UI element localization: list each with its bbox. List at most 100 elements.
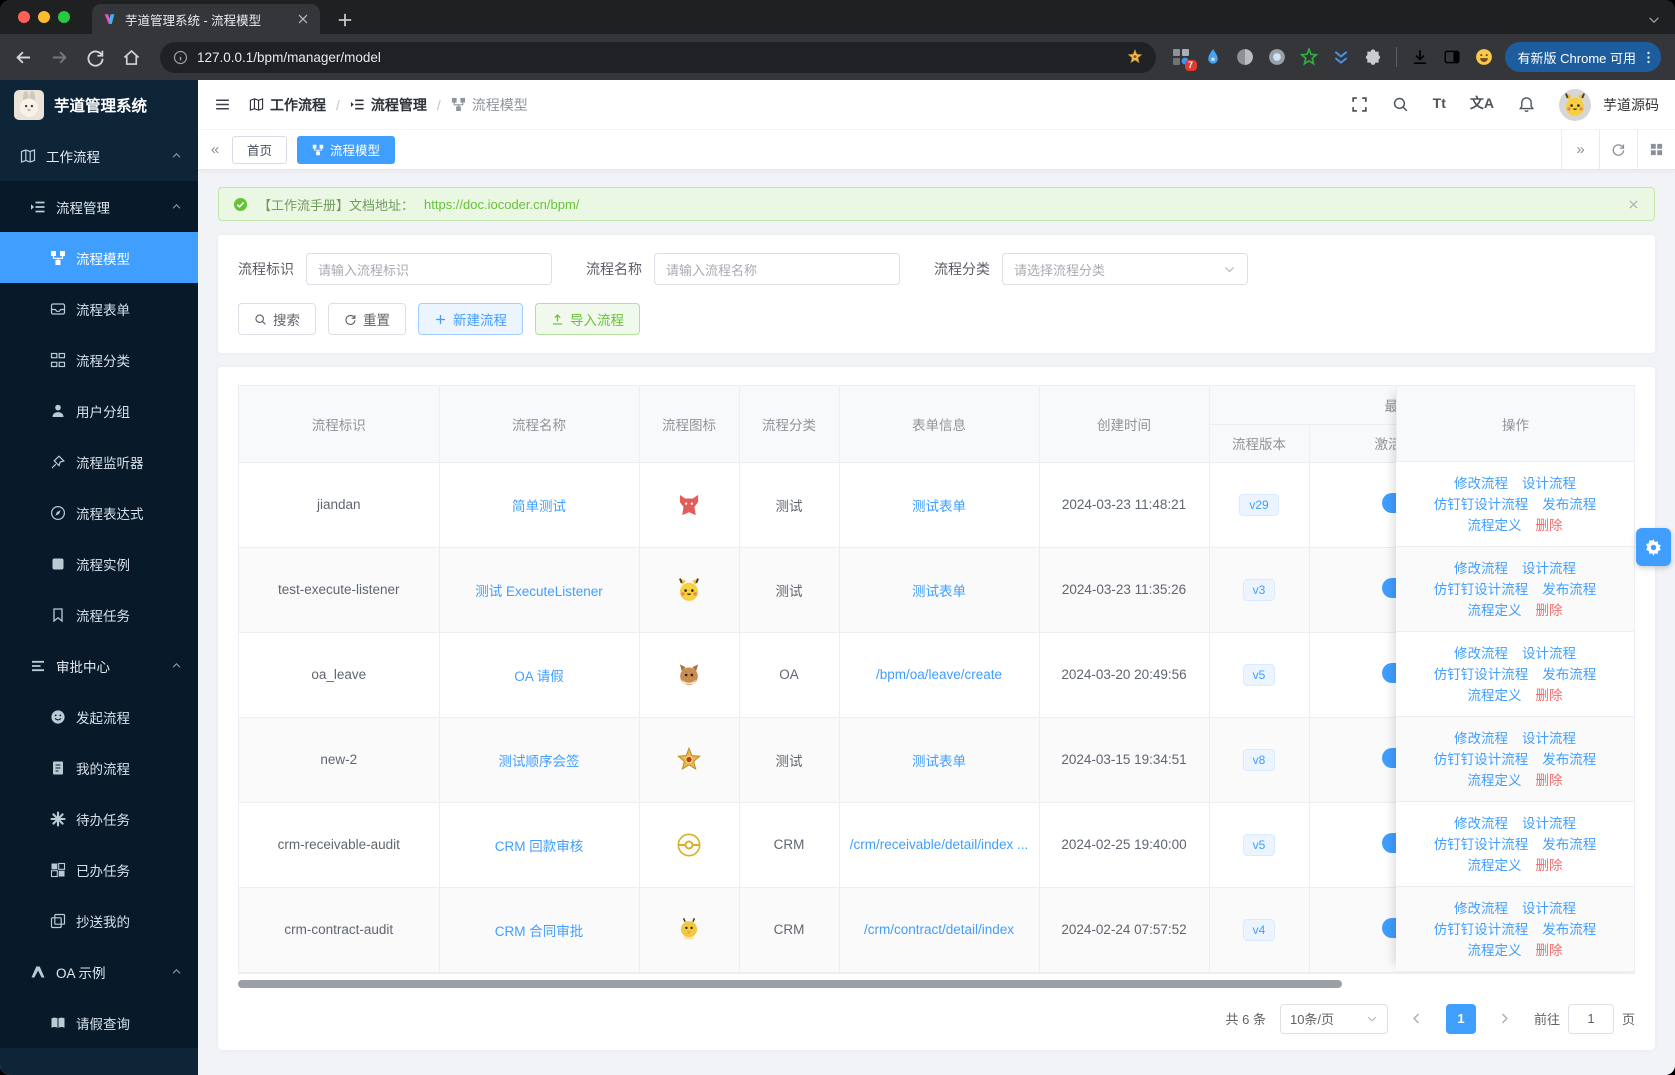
sidebar-item-form[interactable]: 流程表单	[0, 283, 198, 334]
form-info-link[interactable]: /crm/receivable/detail/index ...	[850, 837, 1029, 852]
sidebar-item-category[interactable]: 流程分类	[0, 334, 198, 385]
extension-chevrons-icon[interactable]	[1332, 48, 1350, 66]
sidebar-item-book[interactable]: 请假查询	[0, 997, 198, 1048]
sidebar-item-map[interactable]: 工作流程	[0, 130, 198, 181]
modify-process-link[interactable]: 修改流程	[1454, 643, 1508, 664]
site-info-icon[interactable]	[173, 50, 188, 65]
design-process-link[interactable]: 设计流程	[1522, 728, 1576, 749]
url-text[interactable]: 127.0.0.1/bpm/manager/model	[197, 50, 1118, 65]
extension-drop-icon[interactable]	[1204, 48, 1222, 66]
version-tag[interactable]: v29	[1239, 493, 1279, 516]
sidebar-item-instance[interactable]: 流程实例	[0, 538, 198, 589]
delete-link[interactable]: 删除	[1536, 515, 1563, 536]
process-name-link[interactable]: CRM 合同审批	[495, 924, 584, 939]
close-tab-icon[interactable]	[296, 12, 310, 26]
sidebar-item-bookmark[interactable]: 流程任务	[0, 589, 198, 640]
reload-button[interactable]	[86, 48, 105, 67]
bookmark-star-icon[interactable]	[1127, 49, 1143, 65]
design-process-link[interactable]: 设计流程	[1522, 643, 1576, 664]
process-category-select[interactable]: 请选择流程分类	[1002, 253, 1248, 285]
home-button[interactable]	[122, 48, 141, 67]
delete-link[interactable]: 删除	[1536, 600, 1563, 621]
sidebar-item-smile[interactable]: 发起流程	[0, 691, 198, 742]
dingtalk-design-link[interactable]: 仿钉钉设计流程	[1434, 494, 1529, 515]
next-page-button[interactable]	[1490, 1004, 1520, 1034]
sidebar-item-doc[interactable]: 我的流程	[0, 742, 198, 793]
theme-settings-button[interactable]	[1636, 528, 1671, 566]
process-key-input[interactable]: 请输入流程标识	[306, 253, 552, 285]
collapse-menu-icon[interactable]	[214, 96, 231, 113]
dingtalk-design-link[interactable]: 仿钉钉设计流程	[1434, 749, 1529, 770]
layout-grid-icon[interactable]	[1637, 130, 1675, 169]
fullscreen-icon[interactable]	[1351, 96, 1368, 113]
close-window-button[interactable]	[18, 11, 30, 23]
extensions-puzzle-icon[interactable]	[1364, 48, 1382, 66]
publish-process-link[interactable]: 发布流程	[1542, 494, 1596, 515]
process-definition-link[interactable]: 流程定义	[1468, 515, 1522, 536]
extension-icon[interactable]: 7	[1172, 48, 1197, 71]
version-tag[interactable]: v8	[1242, 748, 1276, 771]
zoom-window-button[interactable]	[58, 11, 70, 23]
process-name-link[interactable]: 测试 ExecuteListener	[475, 584, 603, 599]
process-name-link[interactable]: CRM 回款审核	[495, 839, 584, 854]
sidebar-item-usergroup[interactable]: 用户分组	[0, 385, 198, 436]
search-button[interactable]: 搜索	[238, 303, 316, 335]
sidebar-item-grid[interactable]: 已办任务	[0, 844, 198, 895]
tab-search-chevron-icon[interactable]	[1647, 13, 1661, 27]
version-tag[interactable]: v4	[1242, 918, 1276, 941]
process-name-link[interactable]: 测试顺序会签	[499, 754, 580, 769]
sidebar-item-bars[interactable]: 审批中心	[0, 640, 198, 691]
publish-process-link[interactable]: 发布流程	[1542, 579, 1596, 600]
browser-tab[interactable]: 芋道管理系统 - 流程模型	[92, 4, 320, 34]
profile-avatar-icon[interactable]	[1475, 48, 1493, 66]
username[interactable]: 芋道源码	[1603, 95, 1659, 115]
sidebar-item-listener[interactable]: 流程监听器	[0, 436, 198, 487]
sidebar-item-expression[interactable]: 流程表达式	[0, 487, 198, 538]
tab-process-model[interactable]: 流程模型	[297, 135, 396, 164]
dingtalk-design-link[interactable]: 仿钉钉设计流程	[1434, 664, 1529, 685]
process-name-input[interactable]: 请输入流程名称	[654, 253, 900, 285]
process-name-link[interactable]: OA 请假	[514, 669, 564, 684]
dingtalk-design-link[interactable]: 仿钉钉设计流程	[1434, 834, 1529, 855]
refresh-page-icon[interactable]	[1599, 130, 1637, 169]
browser-menu-icon[interactable]	[1641, 50, 1656, 65]
sidebar-logo[interactable]: 芋道管理系统	[0, 80, 198, 130]
new-tab-button[interactable]	[336, 11, 354, 29]
process-definition-link[interactable]: 流程定义	[1468, 940, 1522, 961]
breadcrumb-item-workflow[interactable]: 工作流程	[249, 95, 326, 115]
version-tag[interactable]: v5	[1242, 833, 1276, 856]
sidebar-item-copy[interactable]: 抄送我的	[0, 895, 198, 946]
delete-link[interactable]: 删除	[1536, 685, 1563, 706]
horizontal-scrollbar[interactable]	[238, 979, 1635, 988]
side-panel-icon[interactable]	[1443, 48, 1461, 66]
version-tag[interactable]: v3	[1242, 578, 1276, 601]
scrollbar-thumb[interactable]	[238, 979, 1342, 988]
modify-process-link[interactable]: 修改流程	[1454, 898, 1508, 919]
user-avatar[interactable]	[1559, 88, 1591, 121]
dingtalk-design-link[interactable]: 仿钉钉设计流程	[1434, 919, 1529, 940]
modify-process-link[interactable]: 修改流程	[1454, 728, 1508, 749]
breadcrumb-item-process-manage[interactable]: 流程管理	[350, 95, 427, 115]
delete-link[interactable]: 删除	[1536, 855, 1563, 876]
extension-gray-icon[interactable]	[1236, 48, 1254, 66]
publish-process-link[interactable]: 发布流程	[1542, 749, 1596, 770]
modify-process-link[interactable]: 修改流程	[1454, 558, 1508, 579]
prev-page-button[interactable]	[1402, 1004, 1432, 1034]
publish-process-link[interactable]: 发布流程	[1542, 919, 1596, 940]
chrome-update-button[interactable]: 有新版 Chrome 可用	[1504, 42, 1661, 72]
form-info-link[interactable]: /bpm/oa/leave/create	[876, 667, 1002, 682]
alert-close-icon[interactable]	[1627, 198, 1640, 211]
search-icon[interactable]	[1392, 96, 1409, 113]
extension-green-star-icon[interactable]	[1299, 48, 1318, 66]
forward-button[interactable]	[50, 48, 69, 67]
delete-link[interactable]: 删除	[1536, 770, 1563, 791]
process-definition-link[interactable]: 流程定义	[1468, 600, 1522, 621]
publish-process-link[interactable]: 发布流程	[1542, 834, 1596, 855]
back-button[interactable]	[14, 48, 33, 67]
form-info-link[interactable]: 测试表单	[912, 499, 966, 514]
process-definition-link[interactable]: 流程定义	[1468, 685, 1522, 706]
font-size-icon[interactable]: Tt	[1433, 96, 1446, 113]
modify-process-link[interactable]: 修改流程	[1454, 813, 1508, 834]
sidebar-item-rows[interactable]: 流程管理	[0, 181, 198, 232]
delete-link[interactable]: 删除	[1536, 940, 1563, 961]
